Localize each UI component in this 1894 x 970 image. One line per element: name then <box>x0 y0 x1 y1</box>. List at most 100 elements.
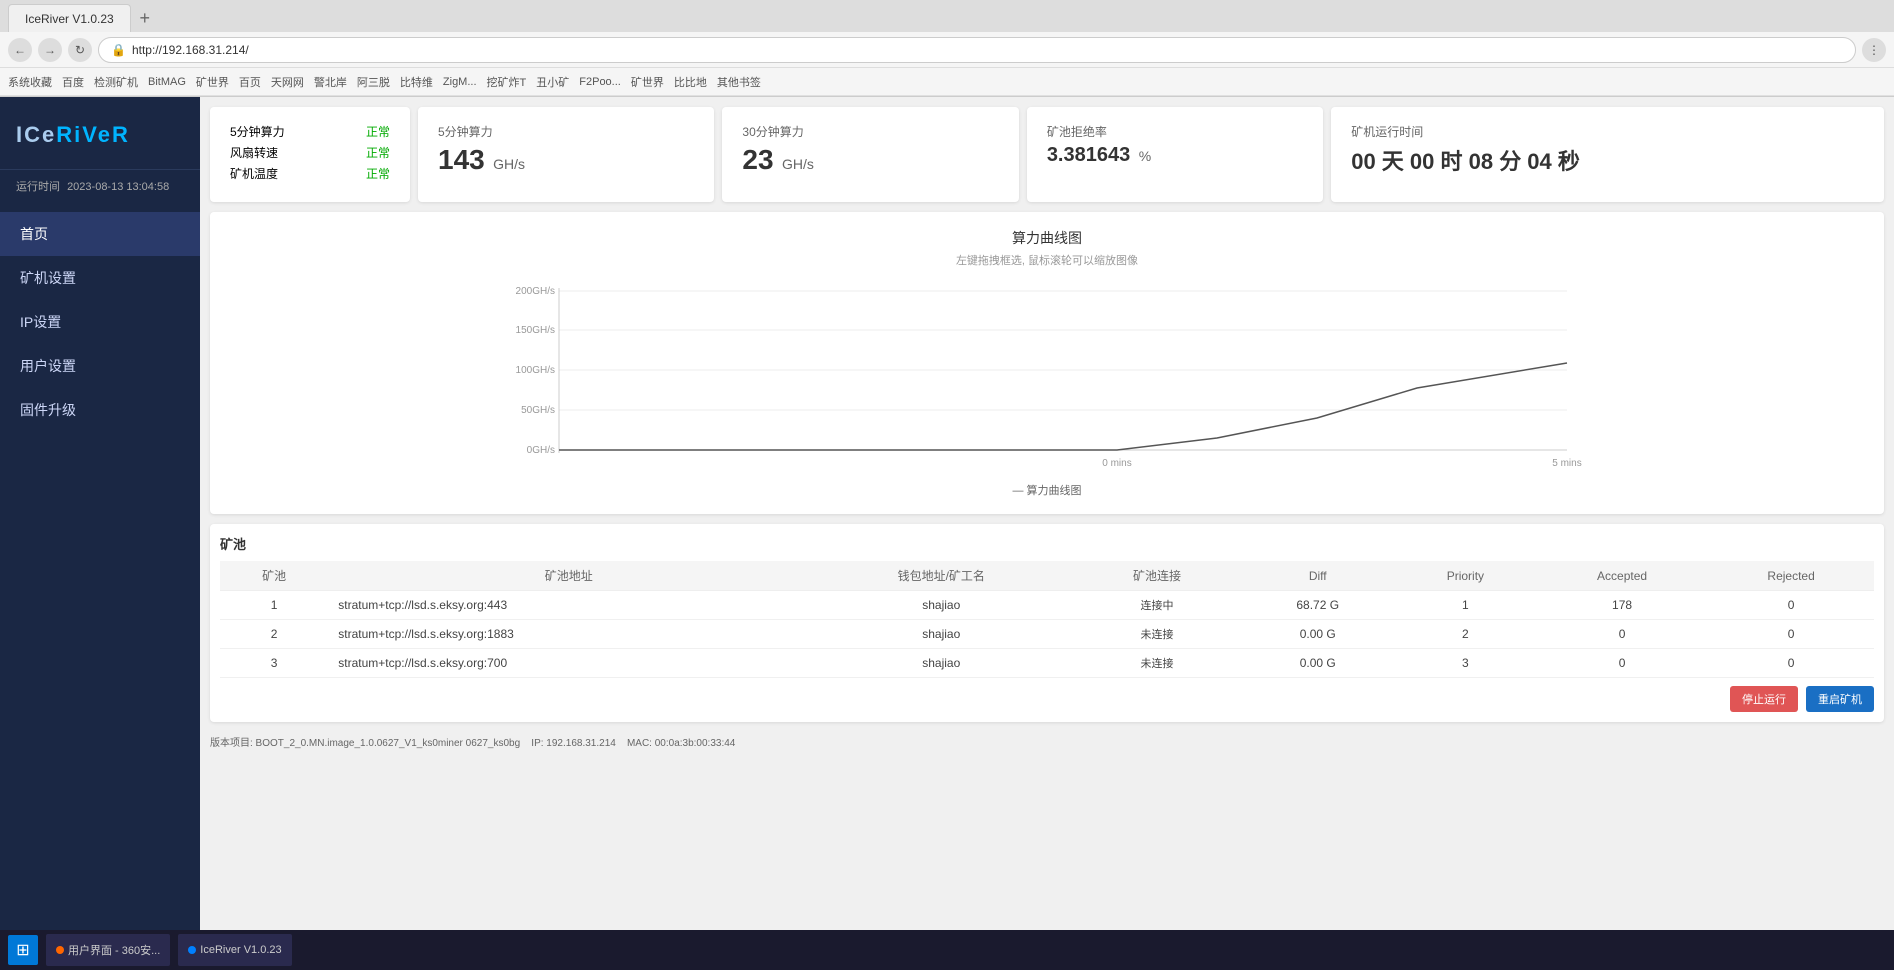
col-header-priority: Priority <box>1395 561 1536 591</box>
bookmark-4[interactable]: BitMAG <box>148 76 186 88</box>
bookmark-16[interactable]: 比比地 <box>674 74 707 90</box>
start-button[interactable]: ⊞ <box>8 935 38 965</box>
pool-row2-priority: 2 <box>1395 620 1536 649</box>
bookmark-17[interactable]: 其他书签 <box>717 74 761 90</box>
nav-home-label: 首页 <box>20 224 48 244</box>
status-fan-row: 风扇转速 正常 <box>230 144 390 161</box>
pool-row1-status: 连接中 <box>1073 591 1240 620</box>
chart-title: 算力曲线图 <box>226 228 1868 248</box>
sidebar-item-firmware[interactable]: 固件升级 <box>0 388 200 432</box>
footer-version: 版本项目: BOOT_2_0.MN.image_1.0.0627_V1_ks0m… <box>210 738 520 749</box>
runtime-card-label: 矿机运行时间 <box>1351 123 1864 140</box>
hashrate-30min-card: 30分钟算力 23 GH/s <box>722 107 1018 202</box>
bookmarks-bar: 系统收藏 百度 检测矿机 BitMAG 矿世界 百页 天网网 警北岸 阿三脱 比… <box>0 68 1894 96</box>
logo-ice-text: ICe <box>16 122 56 147</box>
runtime-card: 矿机运行时间 00 天 00 时 08 分 04 秒 <box>1331 107 1884 202</box>
bookmark-11[interactable]: ZigM... <box>443 76 477 88</box>
browser-tab[interactable]: IceRiver V1.0.23 <box>8 4 131 32</box>
svg-text:150GH/s: 150GH/s <box>516 325 555 336</box>
pool-row3-status: 未连接 <box>1073 649 1240 678</box>
browser-tabs: IceRiver V1.0.23 + <box>0 0 1894 32</box>
pool-row1-priority: 1 <box>1395 591 1536 620</box>
hashrate-5min-card: 5分钟算力 143 GH/s <box>418 107 714 202</box>
back-button[interactable]: ← <box>8 38 32 62</box>
col-header-address: 矿池地址 <box>328 561 809 591</box>
bookmark-2[interactable]: 百度 <box>62 74 84 90</box>
pool-table: 矿池 矿池地址 钱包地址/矿工名 矿池连接 Diff Priority Acce… <box>220 561 1874 678</box>
taskbar-user-btn[interactable]: 用户界面 - 360安... <box>46 934 170 966</box>
status-fan-label: 风扇转速 <box>230 144 278 161</box>
bookmark-3[interactable]: 检测矿机 <box>94 74 138 90</box>
bookmark-15[interactable]: 矿世界 <box>631 74 664 90</box>
sidebar-item-user-settings[interactable]: 用户设置 <box>0 344 200 388</box>
logo-area: ICeRiVeR <box>0 97 200 170</box>
pool-row2-rejected: 0 <box>1708 620 1874 649</box>
pool-section: 矿池 矿池 矿池地址 钱包地址/矿工名 矿池连接 Diff Priority A… <box>210 524 1884 722</box>
svg-text:0GH/s: 0GH/s <box>527 445 555 456</box>
svg-text:100GH/s: 100GH/s <box>516 365 555 376</box>
chart-svg: 200GH/s 150GH/s 100GH/s 50GH/s 0GH/s <box>226 278 1868 478</box>
bookmark-1[interactable]: 系统收藏 <box>8 74 52 90</box>
bookmark-12[interactable]: 挖矿炸T <box>487 74 527 90</box>
pool-row2-status: 未连接 <box>1073 620 1240 649</box>
browser-chrome: IceRiver V1.0.23 + ← → ↻ 🔒 http://192.16… <box>0 0 1894 97</box>
address-bar[interactable]: 🔒 http://192.168.31.214/ <box>98 37 1856 63</box>
pool-row3-diff: 0.00 G <box>1241 649 1395 678</box>
taskbar-iceriver-btn[interactable]: IceRiver V1.0.23 <box>178 934 291 966</box>
menu-button[interactable]: ⋮ <box>1862 38 1886 62</box>
status-hashrate-label: 5分钟算力 <box>230 123 285 140</box>
pool-row2-wallet: shajiao <box>809 620 1073 649</box>
svg-text:50GH/s: 50GH/s <box>521 405 555 416</box>
pool-row1-accepted: 178 <box>1536 591 1708 620</box>
pool-row2-id: 2 <box>220 620 328 649</box>
bookmark-6[interactable]: 百页 <box>239 74 261 90</box>
hashrate-30min-unit: GH/s <box>782 156 814 172</box>
content-area: 5分钟算力 正常 风扇转速 正常 矿机温度 正常 5分钟算力 143 GH/s <box>200 97 1894 967</box>
chart-container: 算力曲线图 左键拖拽框选, 鼠标滚轮可以缩放图像 200GH/s 150GH/s… <box>210 212 1884 514</box>
tab-label: IceRiver V1.0.23 <box>25 12 114 26</box>
svg-text:0 mins: 0 mins <box>1102 458 1131 469</box>
status-temp-value: 正常 <box>366 165 390 182</box>
col-header-accepted: Accepted <box>1536 561 1708 591</box>
bookmark-14[interactable]: F2Poo... <box>579 76 621 88</box>
table-row: 3 stratum+tcp://lsd.s.eksy.org:700 shaji… <box>220 649 1874 678</box>
col-header-rejected: Rejected <box>1708 561 1874 591</box>
taskbar-iceriver-label: IceRiver V1.0.23 <box>200 944 281 956</box>
hashrate-30min-label: 30分钟算力 <box>742 123 998 140</box>
forward-button[interactable]: → <box>38 38 62 62</box>
pool-row3-priority: 3 <box>1395 649 1536 678</box>
sidebar-item-miner-settings[interactable]: 矿机设置 <box>0 256 200 300</box>
bookmark-13[interactable]: 丑小矿 <box>536 74 569 90</box>
hashrate-30min-value: 23 <box>742 144 773 175</box>
sidebar: ICeRiVeR 运行时间 2023-08-13 13:04:58 首页 矿机设… <box>0 97 200 967</box>
refresh-button[interactable]: ↻ <box>68 38 92 62</box>
bookmark-9[interactable]: 阿三脱 <box>357 74 390 90</box>
sidebar-item-ip-settings[interactable]: IP设置 <box>0 300 200 344</box>
rejection-rate-value: 3.381643 <box>1047 144 1130 166</box>
pool-row3-rejected: 0 <box>1708 649 1874 678</box>
col-header-wallet: 钱包地址/矿工名 <box>809 561 1073 591</box>
bookmark-8[interactable]: 警北岸 <box>314 74 347 90</box>
pool-row2-diff: 0.00 G <box>1241 620 1395 649</box>
svg-text:5 mins: 5 mins <box>1552 458 1581 469</box>
col-header-status: 矿池连接 <box>1073 561 1240 591</box>
status-temp-label: 矿机温度 <box>230 165 278 182</box>
rejection-rate-label: 矿池拒绝率 <box>1047 123 1303 140</box>
rejection-rate-unit: % <box>1139 148 1151 164</box>
bookmark-5[interactable]: 矿世界 <box>196 74 229 90</box>
nav-menu: 首页 矿机设置 IP设置 用户设置 固件升级 <box>0 202 200 442</box>
bookmark-10[interactable]: 比特维 <box>400 74 433 90</box>
sidebar-item-home[interactable]: 首页 <box>0 212 200 256</box>
hashrate-5min-value-row: 143 GH/s <box>438 144 694 176</box>
restart-button[interactable]: 重启矿机 <box>1806 686 1874 712</box>
status-hashrate-row: 5分钟算力 正常 <box>230 123 390 140</box>
action-buttons-row: 停止运行 重启矿机 <box>220 686 1874 712</box>
table-row: 1 stratum+tcp://lsd.s.eksy.org:443 shaji… <box>220 591 1874 620</box>
new-tab-button[interactable]: + <box>131 4 159 32</box>
bookmark-7[interactable]: 天网网 <box>271 74 304 90</box>
pool-row3-id: 3 <box>220 649 328 678</box>
status-fan-value: 正常 <box>366 144 390 161</box>
table-header-row: 矿池 矿池地址 钱包地址/矿工名 矿池连接 Diff Priority Acce… <box>220 561 1874 591</box>
stop-button[interactable]: 停止运行 <box>1730 686 1798 712</box>
pool-row1-id: 1 <box>220 591 328 620</box>
